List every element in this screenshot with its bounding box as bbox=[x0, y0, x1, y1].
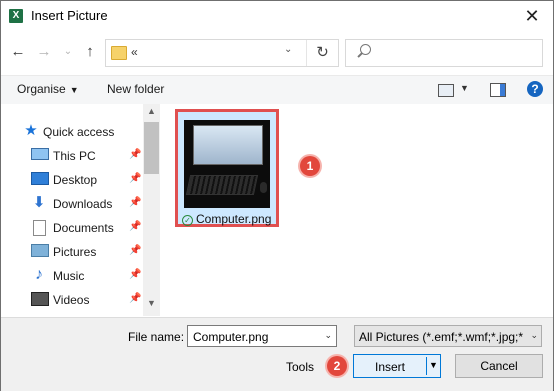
preview-pane-icon[interactable] bbox=[490, 83, 506, 97]
file-item-computer-png[interactable]: ✓ Computer.png bbox=[175, 109, 279, 227]
back-arrow-icon[interactable]: ← bbox=[9, 42, 27, 62]
document-icon bbox=[33, 220, 46, 236]
sidebar-item-label: Music bbox=[53, 269, 85, 283]
mouse-graphic bbox=[260, 182, 267, 193]
file-name-label: ✓ Computer.png bbox=[182, 212, 271, 226]
pin-icon: 📌 bbox=[129, 149, 142, 160]
monitor-screen-graphic bbox=[193, 125, 263, 165]
file-name-field-label: File name: bbox=[128, 330, 185, 344]
sync-status-check-icon: ✓ bbox=[182, 215, 193, 226]
file-list-area: ✓ Computer.png 1 bbox=[161, 104, 553, 316]
video-icon bbox=[31, 292, 49, 306]
refresh-icon[interactable]: ↻ bbox=[306, 40, 338, 66]
sidebar-item-label: Desktop bbox=[53, 173, 98, 187]
pin-icon: 📌 bbox=[129, 245, 142, 256]
sidebar-scrollbar[interactable]: ▲ ▼ bbox=[143, 104, 160, 316]
search-icon bbox=[360, 44, 371, 55]
download-icon: ⬇ bbox=[32, 194, 46, 211]
view-options-icon[interactable] bbox=[438, 84, 454, 97]
sidebar-item-downloads[interactable]: ⬇ Downloads 📌 bbox=[1, 193, 143, 215]
sidebar-item-label: Downloads bbox=[53, 197, 113, 211]
sidebar-item-documents[interactable]: Documents 📌 bbox=[1, 217, 143, 239]
navigation-row: ← → ⌄ ↑ « ⌄ ↻ bbox=[1, 39, 553, 67]
address-dropdown-icon[interactable]: ⌄ bbox=[284, 44, 292, 55]
pin-icon: 📌 bbox=[129, 173, 142, 184]
file-name-field-value: Computer.png bbox=[193, 330, 269, 344]
dialog-footer: File name: Computer.png ⌄ All Pictures (… bbox=[1, 317, 553, 391]
step-1-annotation-badge: 1 bbox=[300, 156, 320, 176]
address-bar[interactable]: « ⌄ ↻ bbox=[105, 39, 339, 67]
sidebar-item-label: Pictures bbox=[53, 245, 97, 259]
keyboard-graphic bbox=[185, 175, 259, 195]
file-type-select[interactable]: All Pictures (*.emf;*.wmf;*.jpg;* ⌄ bbox=[354, 325, 542, 347]
sidebar-item-label: Quick access bbox=[43, 125, 115, 139]
sidebar-item-videos[interactable]: Videos 📌 bbox=[1, 289, 143, 311]
insert-split-divider bbox=[426, 357, 427, 375]
pin-icon: 📌 bbox=[129, 197, 142, 208]
insert-button[interactable]: Insert ▼ bbox=[353, 354, 441, 378]
search-input[interactable] bbox=[345, 39, 543, 67]
title-bar: X Insert Picture ✕ bbox=[1, 1, 553, 31]
sidebar-item-desktop[interactable]: Desktop 📌 bbox=[1, 169, 143, 191]
insert-button-label: Insert bbox=[374, 360, 405, 374]
address-path: « bbox=[131, 45, 138, 59]
pin-icon: 📌 bbox=[129, 269, 142, 280]
pin-icon: 📌 bbox=[129, 293, 142, 304]
window-title: Insert Picture bbox=[31, 8, 108, 23]
file-thumbnail bbox=[184, 120, 270, 208]
insert-picture-dialog: X Insert Picture ✕ ← → ⌄ ↑ « ⌄ ↻ Organis… bbox=[0, 0, 554, 391]
file-type-chevron-down-icon: ⌄ bbox=[530, 330, 538, 340]
excel-app-icon: X bbox=[9, 9, 23, 23]
organise-button[interactable]: Organise ▼ bbox=[17, 82, 79, 96]
cancel-button[interactable]: Cancel bbox=[455, 354, 543, 378]
file-type-value: All Pictures (*.emf;*.wmf;*.jpg;* bbox=[359, 330, 524, 344]
new-folder-button[interactable]: New folder bbox=[107, 82, 164, 96]
computer-icon bbox=[31, 148, 49, 160]
sidebar-item-label: Documents bbox=[53, 221, 114, 235]
pin-icon: 📌 bbox=[129, 221, 142, 232]
file-name-text: Computer.png bbox=[196, 212, 272, 226]
command-toolbar: Organise ▼ New folder ▼ ? bbox=[1, 75, 553, 105]
forward-arrow-icon[interactable]: → bbox=[35, 42, 53, 62]
sidebar-item-this-pc[interactable]: This PC 📌 bbox=[1, 145, 143, 167]
scroll-down-icon[interactable]: ▼ bbox=[143, 298, 160, 308]
tools-menu[interactable]: Tools bbox=[286, 360, 314, 374]
file-name-chevron-down-icon[interactable]: ⌄ bbox=[324, 330, 332, 341]
navigation-pane: ★ Quick access This PC 📌 Desktop 📌 ⬇ Dow… bbox=[1, 104, 161, 316]
step-2-annotation-badge: 2 bbox=[327, 356, 347, 376]
file-name-field[interactable]: Computer.png ⌄ bbox=[187, 325, 337, 347]
folder-icon bbox=[111, 46, 127, 60]
recent-locations-chevron-icon[interactable]: ⌄ bbox=[59, 42, 77, 62]
view-chevron-down-icon[interactable]: ▼ bbox=[460, 83, 469, 93]
chevron-down-icon: ▼ bbox=[69, 85, 79, 95]
insert-dropdown-icon[interactable]: ▼ bbox=[429, 360, 438, 370]
music-icon: ♪ bbox=[35, 266, 43, 283]
close-icon[interactable]: ✕ bbox=[521, 5, 543, 27]
star-icon: ★ bbox=[24, 122, 38, 139]
scroll-up-icon[interactable]: ▲ bbox=[143, 106, 160, 116]
scrollbar-thumb[interactable] bbox=[144, 122, 159, 174]
sidebar-item-pictures[interactable]: Pictures 📌 bbox=[1, 241, 143, 263]
sidebar-item-label: Videos bbox=[53, 293, 90, 307]
sidebar-item-label: This PC bbox=[53, 149, 96, 163]
pictures-icon bbox=[31, 244, 49, 257]
desktop-icon bbox=[31, 172, 49, 185]
sidebar-item-quick-access[interactable]: ★ Quick access bbox=[1, 121, 143, 143]
organise-label: Organise bbox=[17, 82, 66, 96]
help-icon[interactable]: ? bbox=[527, 81, 543, 97]
up-arrow-icon[interactable]: ↑ bbox=[81, 42, 99, 62]
sidebar-item-music[interactable]: ♪ Music 📌 bbox=[1, 265, 143, 287]
